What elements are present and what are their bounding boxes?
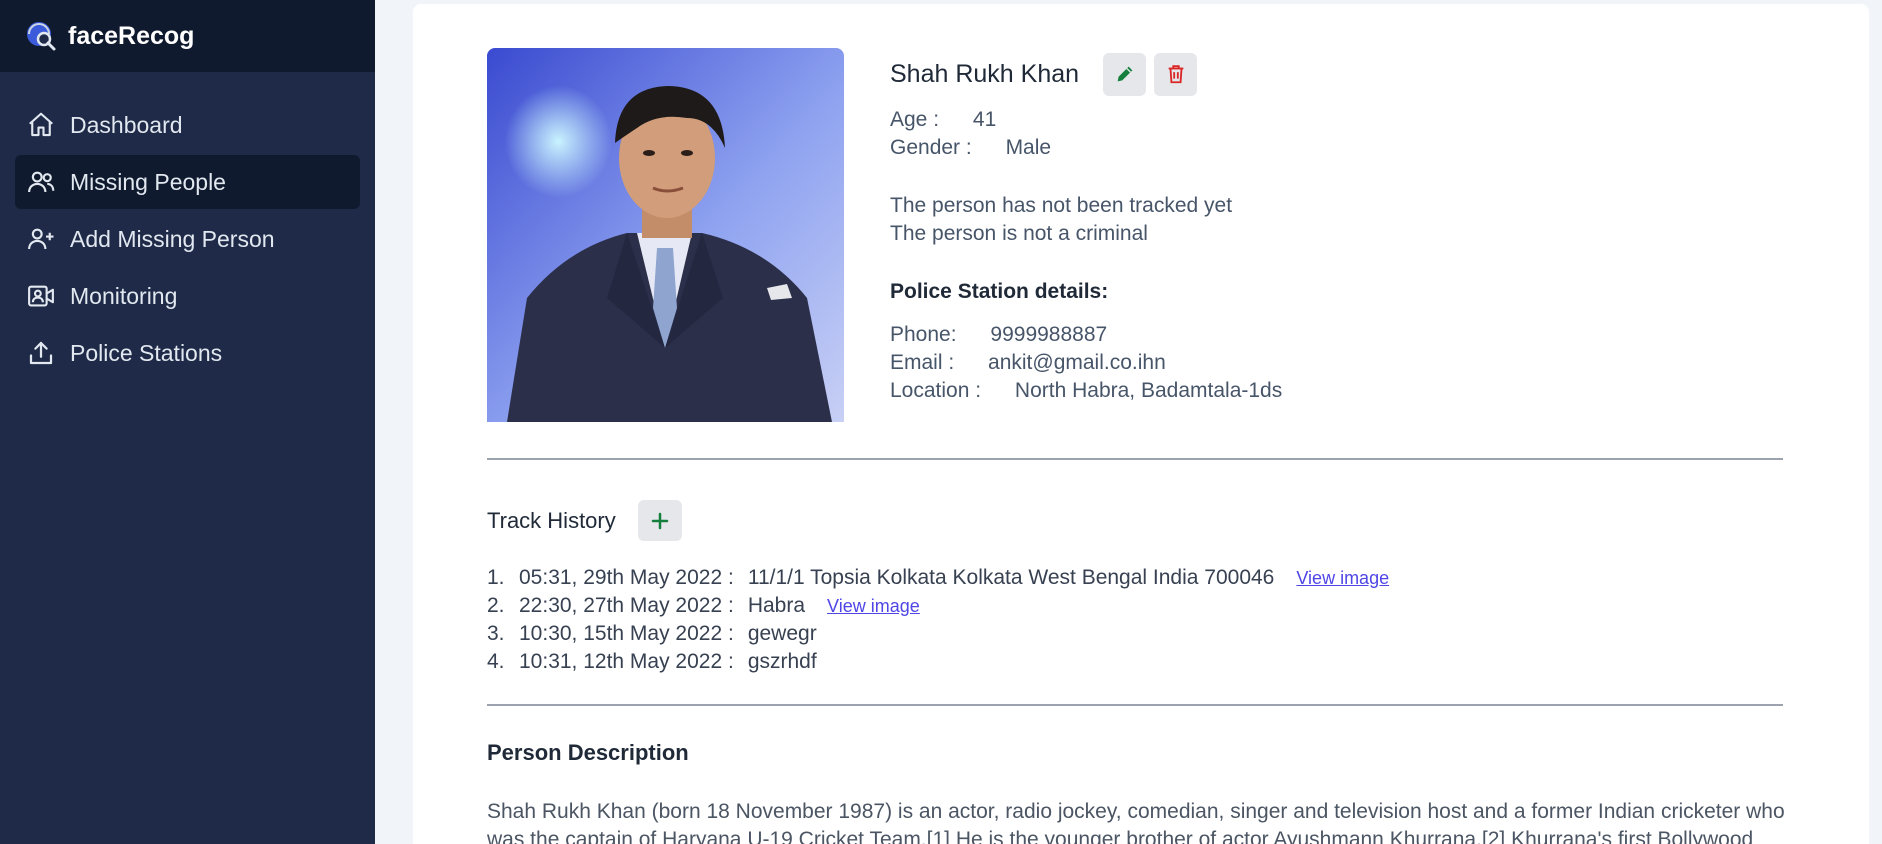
edit-button[interactable] — [1103, 52, 1147, 96]
track-entry-time: 10:31, 12th May 2022 : — [519, 650, 734, 673]
person-name: Shah Rukh Khan — [890, 59, 1080, 88]
person-photo — [487, 48, 844, 422]
sidebar-nav: Dashboard Missing People Add Missing Per… — [0, 72, 375, 380]
phone-label: Phone: — [890, 323, 957, 346]
gender-label: Gender : — [890, 136, 972, 159]
sidebar-item-label: Add Missing Person — [70, 225, 275, 252]
track-entry-number: 1. — [487, 566, 505, 589]
camera-user-icon — [28, 285, 54, 307]
add-user-icon — [28, 228, 54, 250]
sidebar-item-missing-people[interactable]: Missing People — [15, 155, 360, 209]
pencil-icon — [1117, 66, 1132, 82]
police-phone-row: Phone: 9999988887 — [890, 321, 1282, 349]
track-entry-number: 3. — [487, 622, 505, 645]
sidebar-item-label: Missing People — [70, 168, 226, 195]
sidebar-item-monitoring[interactable]: Monitoring — [15, 269, 360, 323]
police-location-row: Location : North Habra, Badamtala-1ds — [890, 377, 1282, 405]
face-scan-logo-icon — [27, 22, 56, 51]
divider — [487, 458, 1783, 460]
track-history-title: Track History — [487, 507, 616, 533]
track-entry-location: gszrhdf — [747, 650, 817, 673]
track-entry: 4. 10:31, 12th May 2022 : gszrhdf — [487, 648, 1389, 676]
track-entry-location: 11/1/1 Topsia Kolkata Kolkata West Benga… — [747, 566, 1275, 589]
track-entry-location: gewegr — [747, 622, 817, 645]
plus-icon — [651, 512, 668, 529]
sidebar-item-police-stations[interactable]: Police Stations — [15, 326, 360, 380]
track-entry-time: 10:30, 15th May 2022 : — [519, 622, 734, 645]
view-image-link[interactable]: View image — [827, 592, 920, 620]
police-station-title: Police Station details: — [890, 280, 1109, 303]
age-label: Age : — [890, 108, 940, 131]
track-entry-time: 05:31, 29th May 2022 : — [519, 566, 734, 589]
track-entry: 1. 05:31, 29th May 2022 : 11/1/1 Topsia … — [487, 564, 1389, 592]
phone-value: 9999988887 — [990, 323, 1108, 346]
add-track-button[interactable] — [637, 500, 682, 541]
track-entry: 3. 10:30, 15th May 2022 : gewegr — [487, 620, 1389, 648]
app-name: faceRecog — [68, 21, 195, 50]
sidebar-item-label: Police Stations — [70, 339, 223, 366]
sidebar-item-label: Monitoring — [70, 282, 178, 309]
track-entry-location: Habra — [747, 594, 806, 617]
gender-value: Male — [1005, 136, 1052, 159]
person-description-title: Person Description — [487, 740, 689, 765]
person-info: Shah Rukh Khan Age : 41 Gender : Male Th… — [890, 52, 1282, 405]
name-row: Shah Rukh Khan — [890, 52, 1282, 96]
sidebar-item-label: Dashboard — [70, 111, 183, 138]
location-value: North Habra, Badamtala-1ds — [1014, 379, 1283, 402]
track-entry-number: 2. — [487, 594, 505, 617]
brand[interactable]: faceRecog — [0, 0, 375, 72]
person-description-text: Shah Rukh Khan (born 18 November 1987) i… — [487, 800, 1785, 844]
location-label: Location : — [890, 379, 982, 402]
trash-icon — [1168, 65, 1183, 84]
track-entry-number: 4. — [487, 650, 505, 673]
tracked-status: The person has not been tracked yet — [890, 194, 1233, 217]
sidebar-item-dashboard[interactable]: Dashboard — [15, 98, 360, 152]
email-value: ankit@gmail.co.ihn — [988, 351, 1166, 374]
police-email-row: Email : ankit@gmail.co.ihn — [890, 349, 1282, 377]
track-history-list: 1. 05:31, 29th May 2022 : 11/1/1 Topsia … — [487, 564, 1389, 676]
view-image-link[interactable]: View image — [1296, 564, 1389, 592]
sidebar-item-add-missing-person[interactable]: Add Missing Person — [15, 212, 360, 266]
people-icon — [28, 171, 55, 193]
divider — [487, 704, 1783, 706]
track-entry: 2. 22:30, 27th May 2022 : Habra View ima… — [487, 592, 1389, 620]
track-history-header: Track History — [487, 500, 682, 541]
gender-row: Gender : Male — [890, 134, 1282, 162]
track-entry-time: 22:30, 27th May 2022 : — [519, 594, 734, 617]
sidebar: faceRecog Dashboard Missing People Add M… — [0, 0, 375, 844]
age-value: 41 — [972, 108, 997, 131]
delete-button[interactable] — [1154, 52, 1198, 96]
home-icon — [29, 112, 53, 137]
age-row: Age : 41 — [890, 106, 1282, 134]
upload-icon — [29, 341, 53, 365]
criminal-status: The person is not a criminal — [890, 222, 1148, 245]
email-label: Email : — [890, 351, 955, 374]
